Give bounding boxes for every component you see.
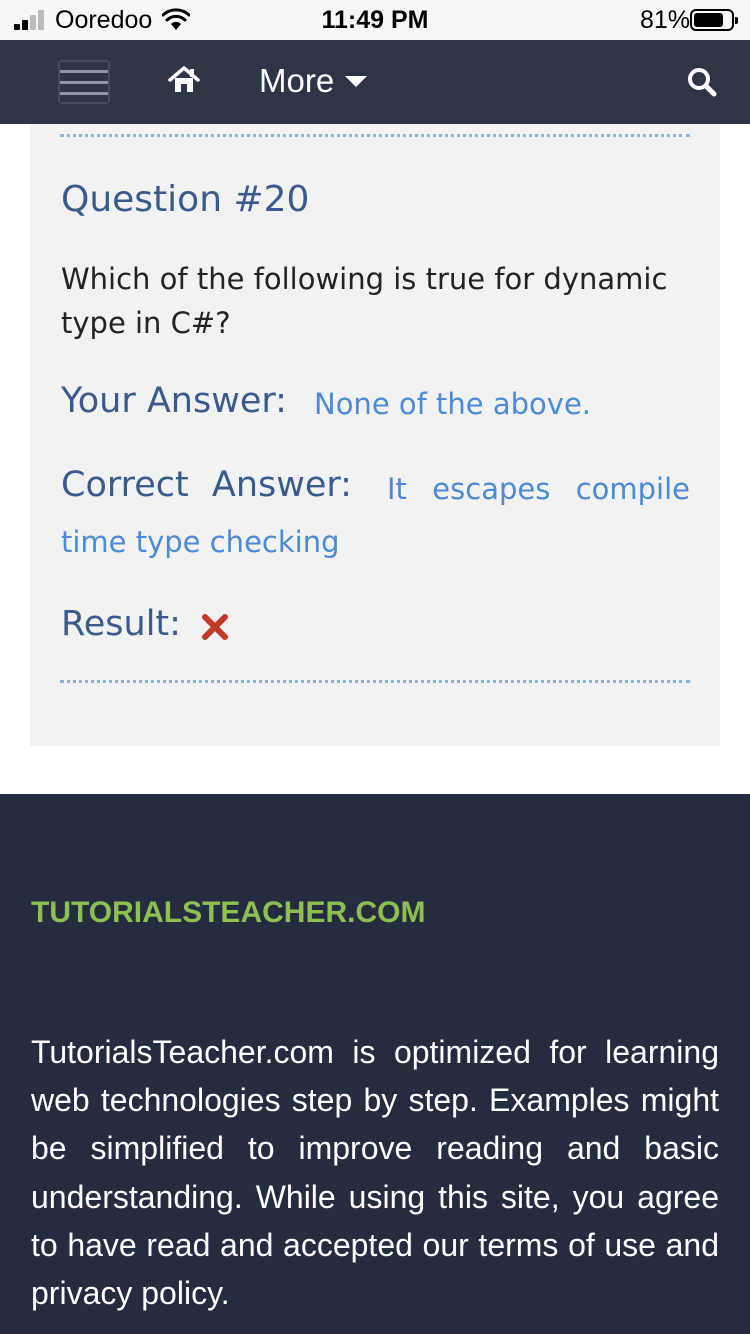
site-footer: TUTORIALSTEACHER.COM TutorialsTeacher.co… — [0, 794, 750, 1334]
question-text: Which of the following is true for dynam… — [61, 262, 668, 340]
battery-percent: 81% — [640, 6, 691, 34]
correct-answer-value-line1: It escapes compile — [387, 472, 690, 506]
correct-answer-label: Correct Answer: — [61, 465, 352, 505]
hamburger-menu-icon[interactable] — [58, 60, 110, 104]
battery-level-fill — [694, 13, 723, 27]
more-menu-button[interactable]: More — [259, 62, 334, 100]
status-bar: Ooredoo 11:49 PM 81% — [0, 0, 750, 40]
your-answer-label: Your Answer: — [61, 381, 287, 421]
home-icon[interactable] — [168, 64, 200, 96]
result-label: Result: — [61, 604, 181, 644]
question-result-panel: Question #20 Which of the following is t… — [30, 124, 720, 746]
footer-description: TutorialsTeacher.com is optimized for le… — [31, 1034, 719, 1312]
footer-brand-link[interactable]: TUTORIALSTEACHER.COM — [31, 896, 425, 930]
chevron-down-icon[interactable] — [345, 76, 367, 87]
question-title: Question #20 — [61, 179, 310, 220]
search-icon[interactable] — [686, 66, 718, 98]
battery-icon — [690, 9, 738, 31]
your-answer-value: None of the above. — [314, 387, 592, 421]
clock-time: 11:49 PM — [321, 6, 429, 34]
wrong-cross-icon — [202, 614, 228, 640]
top-navbar: More — [0, 40, 750, 124]
divider — [60, 680, 690, 683]
divider — [60, 134, 690, 137]
correct-answer-value-line2: time type checking — [61, 525, 340, 559]
battery-nub — [735, 17, 738, 24]
